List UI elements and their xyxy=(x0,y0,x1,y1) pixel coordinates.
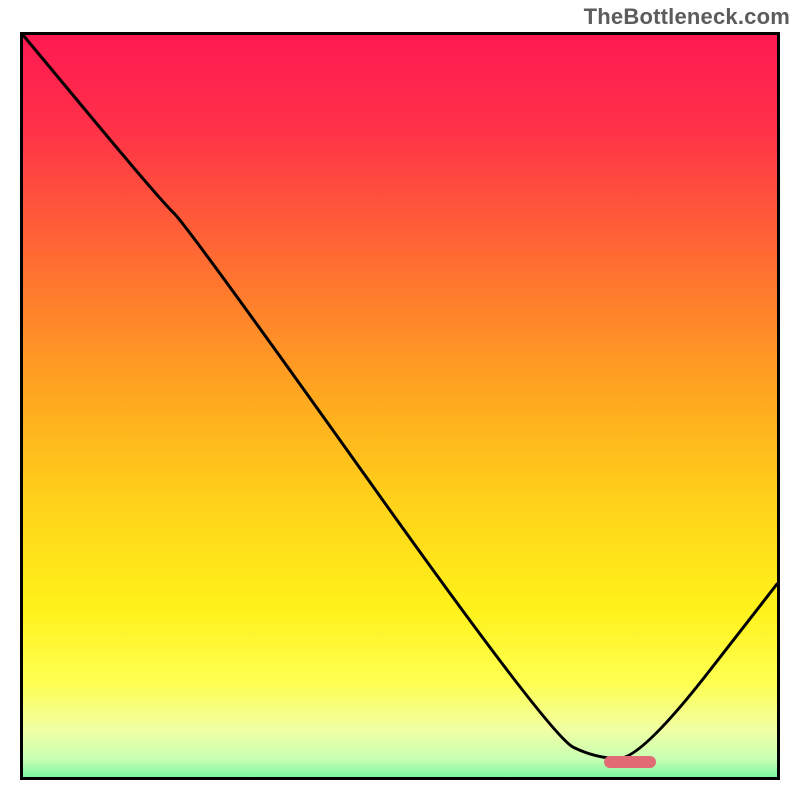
plot-area xyxy=(20,32,780,780)
chart-container: TheBottleneck.com xyxy=(0,0,800,800)
watermark-text: TheBottleneck.com xyxy=(584,4,790,30)
optimal-range-marker xyxy=(604,756,657,768)
curve-layer xyxy=(23,35,777,777)
bottleneck-curve xyxy=(23,35,777,758)
